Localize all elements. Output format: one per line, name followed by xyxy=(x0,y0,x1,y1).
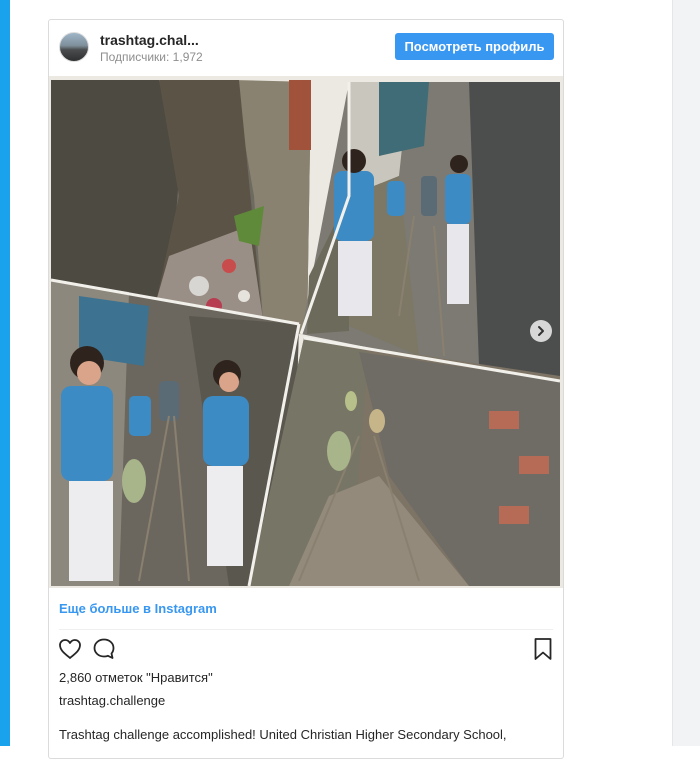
avatar[interactable] xyxy=(59,32,89,62)
instagram-embed-card: trashtag.chal... Подписчики: 1,972 Посмо… xyxy=(48,19,564,759)
chevron-right-icon xyxy=(538,326,544,336)
owner-username[interactable]: trashtag.challenge xyxy=(59,693,165,708)
post-actions xyxy=(49,636,563,666)
heart-icon[interactable] xyxy=(57,636,83,662)
next-photo-button[interactable] xyxy=(530,320,552,342)
post-photo-collage xyxy=(49,76,563,588)
post-caption: Trashtag challenge accomplished! United … xyxy=(59,727,507,742)
page-scroll-gutter xyxy=(672,0,700,746)
username[interactable]: trashtag.chal... xyxy=(100,32,199,48)
view-profile-button[interactable]: Посмотреть профиль xyxy=(395,33,554,60)
follower-count: Подписчики: 1,972 xyxy=(100,50,203,64)
more-on-instagram-link[interactable]: Еще больше в Instagram xyxy=(59,601,217,616)
comment-icon[interactable] xyxy=(91,636,117,662)
post-header: trashtag.chal... Подписчики: 1,972 Посмо… xyxy=(49,20,563,75)
bookmark-icon[interactable] xyxy=(530,636,556,662)
left-edge-bar xyxy=(0,0,10,746)
like-count: 2,860 отметок "Нравится" xyxy=(59,670,213,685)
divider xyxy=(59,629,553,630)
post-photo[interactable] xyxy=(49,76,563,588)
